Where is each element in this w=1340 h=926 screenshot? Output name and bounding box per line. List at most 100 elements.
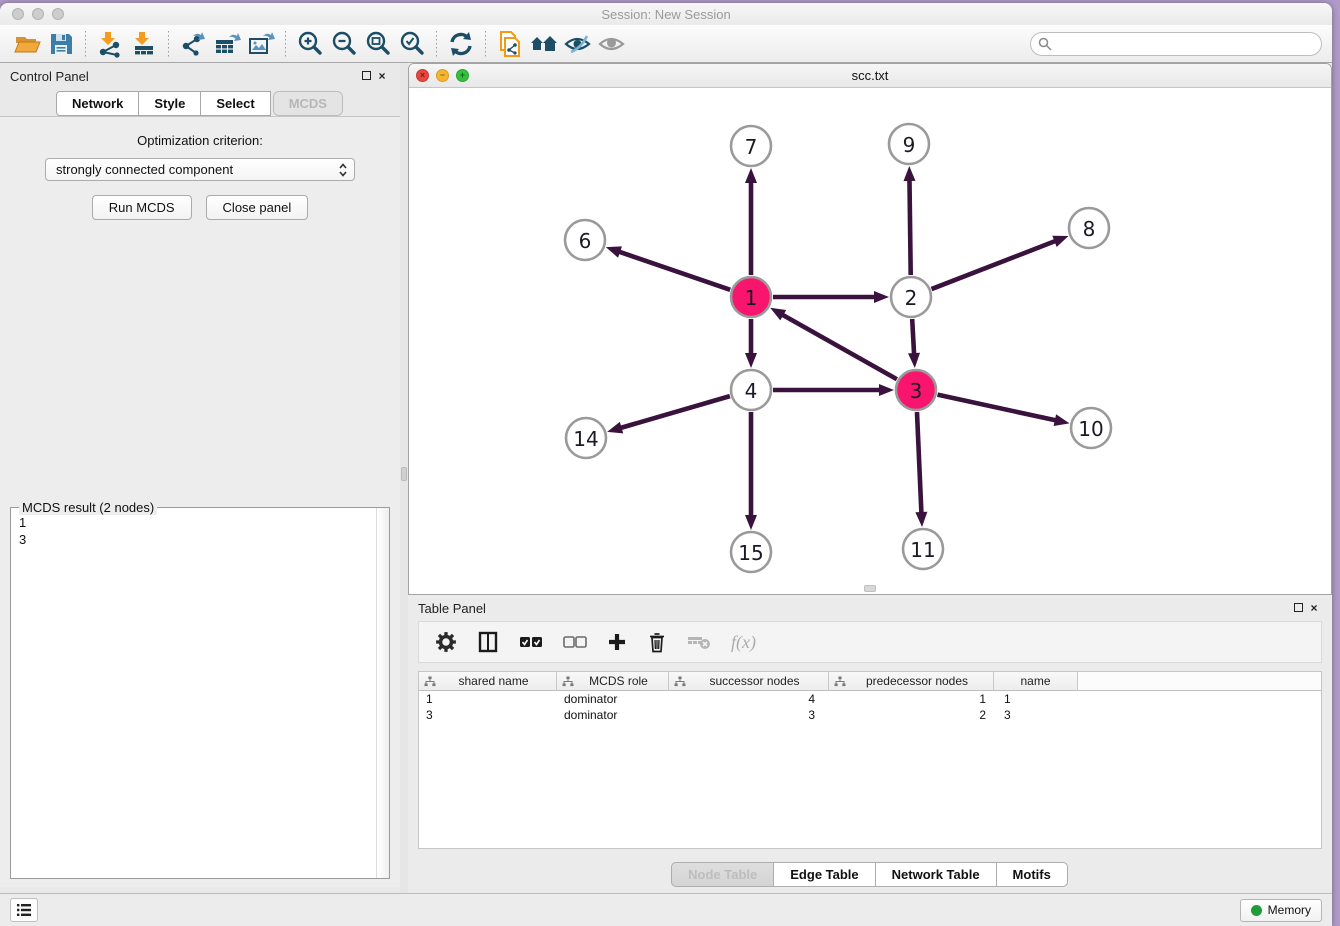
tab-edge-table[interactable]: Edge Table [773,862,875,887]
zoom-fit-icon[interactable] [361,29,395,59]
toolbar-separator [436,31,437,57]
show-all-icon[interactable] [527,29,561,59]
export-network-icon[interactable] [176,29,210,59]
select-all-icon[interactable] [519,634,543,650]
import-table-icon[interactable] [127,29,161,59]
network-window-title: scc.txt [409,68,1331,83]
deselect-all-icon[interactable] [563,634,587,650]
column-header-mcds-role[interactable]: MCDS role [557,672,669,690]
column-header-shared-name[interactable]: shared name [419,672,557,690]
header-filler [1078,672,1321,690]
column-type-icon [674,676,686,687]
tab-style[interactable]: Style [138,91,201,116]
column-type-icon [834,676,846,687]
node-table-header: shared name MCDS role successor nodes [419,672,1321,691]
mcds-result-title: MCDS result (2 nodes) [19,500,157,515]
memory-button[interactable]: Memory [1240,899,1322,922]
hide-selected-icon[interactable] [561,29,595,59]
table-row[interactable]: 3 dominator 3 2 3 [419,707,1321,723]
svg-text:8: 8 [1083,217,1096,241]
svg-text:2: 2 [905,286,918,310]
export-image-icon[interactable] [244,29,278,59]
table-panel-title: Table Panel [418,601,1290,616]
column-type-icon [424,676,436,687]
delete-table-icon[interactable] [687,633,711,651]
dropdown-stepper-icon [338,163,348,177]
toolbar-separator [285,31,286,57]
gear-icon[interactable] [435,631,457,653]
list-icon [16,903,32,917]
open-session-icon[interactable] [493,29,527,59]
panel-splitter[interactable] [400,63,408,893]
app-titlebar: Session: New Session [0,3,1332,25]
svg-text:9: 9 [903,133,916,157]
search-icon [1038,37,1052,51]
mcds-result-text[interactable]: 1 3 [11,508,376,878]
toolbar-separator [168,31,169,57]
column-browser-icon[interactable] [477,631,499,653]
tab-network[interactable]: Network [56,91,139,116]
criterion-value: strongly connected component [56,162,338,177]
delete-column-icon[interactable] [647,631,667,653]
svg-text:1: 1 [745,286,758,310]
export-table-icon[interactable] [210,29,244,59]
memory-label: Memory [1268,903,1311,917]
zoom-selected-icon[interactable] [395,29,429,59]
search-input[interactable] [1030,32,1322,56]
network-canvas: 7968124314101511 [409,88,1331,594]
network-view-window: scc.txt × − + 7968124314101511 [408,63,1332,595]
svg-text:14: 14 [573,427,598,451]
table-toolbar: f(x) [418,621,1322,663]
run-mcds-button[interactable]: Run MCDS [92,195,192,220]
open-file-icon[interactable] [10,29,44,59]
tab-node-table[interactable]: Node Table [671,862,774,887]
tab-motifs[interactable]: Motifs [996,862,1068,887]
task-history-button[interactable] [10,898,38,922]
function-builder-icon[interactable]: f(x) [731,632,756,653]
tab-mcds[interactable]: MCDS [273,91,343,116]
control-panel-close-button[interactable]: × [374,69,390,83]
table-panel-close-button[interactable]: × [1306,601,1322,615]
control-panel-float-button[interactable] [358,69,374,83]
network-graph[interactable]: 7968124314101511 [409,88,1331,594]
splitter-grip-icon[interactable] [401,467,407,481]
app-title: Session: New Session [0,7,1332,22]
svg-text:15: 15 [738,541,763,565]
memory-status-icon [1251,905,1262,916]
node-table: shared name MCDS role successor nodes [418,671,1322,849]
import-network-icon[interactable] [93,29,127,59]
tab-select[interactable]: Select [200,91,270,116]
result-scrollbar[interactable] [376,508,389,878]
svg-text:4: 4 [745,379,758,403]
control-panel: Control Panel × Network Style Select MCD… [0,63,400,893]
network-resize-grip[interactable] [864,585,876,592]
column-header-name[interactable]: name [994,672,1078,690]
add-column-icon[interactable] [607,632,627,652]
svg-text:6: 6 [579,229,592,253]
main-toolbar [0,25,1332,63]
table-panel: Table Panel × [408,595,1332,893]
column-header-predecessor-nodes[interactable]: predecessor nodes [829,672,994,690]
tab-network-table[interactable]: Network Table [875,862,997,887]
column-header-successor-nodes[interactable]: successor nodes [669,672,829,690]
refresh-layout-icon[interactable] [444,29,478,59]
show-hidden-icon[interactable] [595,29,629,59]
table-tabs: Node Table Edge Table Network Table Moti… [672,862,1068,887]
app-window: Session: New Session [0,3,1332,926]
table-panel-float-button[interactable] [1290,601,1306,615]
toolbar-separator [85,31,86,57]
zoom-in-icon[interactable] [293,29,327,59]
network-window-titlebar: scc.txt × − + [409,64,1331,88]
close-panel-button[interactable]: Close panel [206,195,309,220]
status-bar: Memory [0,893,1332,926]
svg-text:10: 10 [1078,417,1103,441]
toolbar-separator [485,31,486,57]
svg-text:7: 7 [745,135,758,159]
table-row[interactable]: 1 dominator 4 1 1 [419,691,1321,707]
save-session-icon[interactable] [44,29,78,59]
criterion-dropdown[interactable]: strongly connected component [45,158,355,181]
svg-text:11: 11 [910,538,935,562]
desktop: Session: New Session [0,0,1340,926]
column-type-icon [562,676,574,687]
zoom-out-icon[interactable] [327,29,361,59]
